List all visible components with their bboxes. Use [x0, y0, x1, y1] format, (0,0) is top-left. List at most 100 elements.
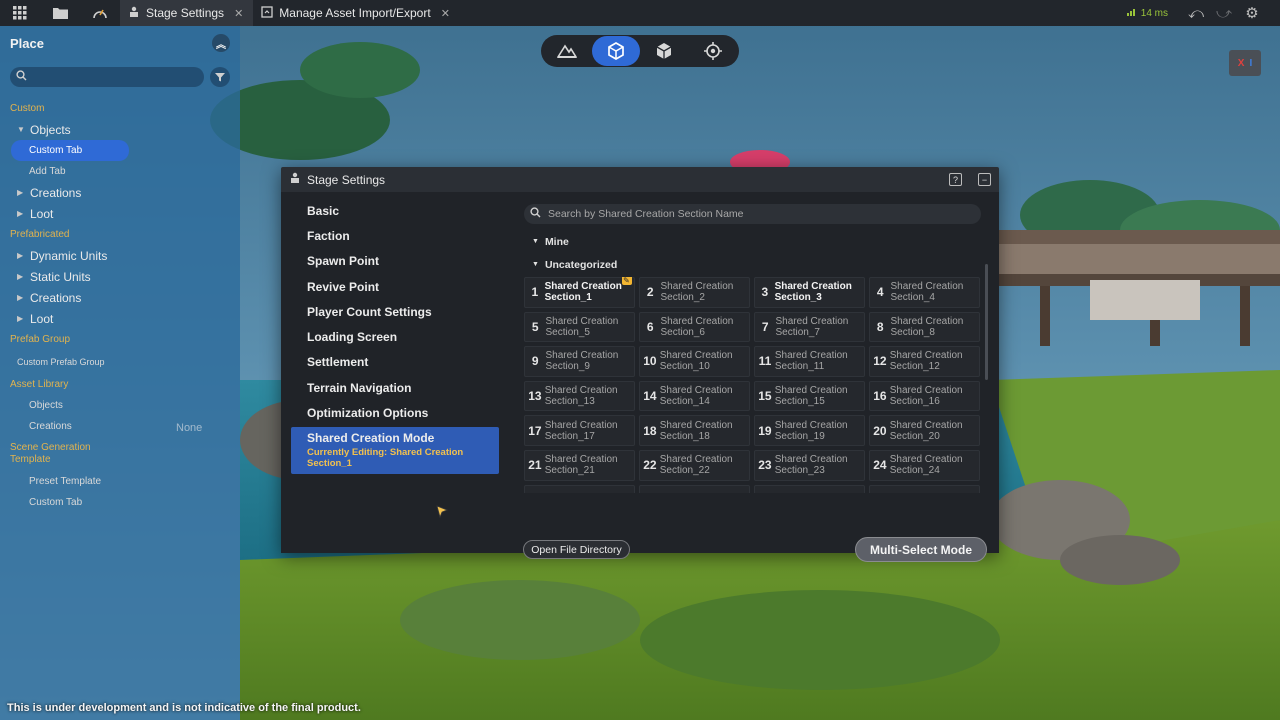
tree-item-label: Dynamic Units: [30, 248, 108, 263]
section-cell[interactable]: 18 Shared Creation Section_18: [639, 415, 750, 446]
section-cell[interactable]: 12 Shared Creation Section_12: [869, 346, 980, 377]
section-cell[interactable]: 10 Shared Creation Section_10: [639, 346, 750, 377]
menu-item-loading-screen[interactable]: Loading Screen: [291, 324, 499, 349]
menu-item-revive-point[interactable]: Revive Point: [291, 274, 499, 299]
section-cell[interactable]: 9 Shared Creation Section_9: [524, 346, 635, 377]
empty-label: None: [176, 422, 203, 434]
axis-badge[interactable]: X I: [1229, 50, 1261, 76]
section-cell[interactable]: 5 Shared Creation Section_5: [524, 311, 635, 343]
section-custom: Custom: [10, 103, 45, 114]
tree-item-lib-objects[interactable]: Objects: [0, 395, 240, 416]
menu-item-basic[interactable]: Basic: [291, 198, 499, 223]
section-cell[interactable]: 17 Shared Creation Section_17: [524, 415, 635, 446]
close-icon[interactable]: ✕: [234, 7, 243, 20]
section-cell[interactable]: 14 Shared Creation Section_14: [639, 380, 750, 412]
tree-item-creations-2[interactable]: ▶ Creations: [0, 287, 240, 308]
section-cell[interactable]: 16 Shared Creation Section_16: [869, 380, 980, 412]
section-cell[interactable]: 2 Shared Creation Section_2: [639, 277, 750, 308]
gauge-icon[interactable]: [80, 0, 120, 26]
signal-icon: [1126, 7, 1137, 19]
place-search-input[interactable]: [10, 67, 204, 87]
gear-icon[interactable]: ⚙: [1238, 0, 1266, 26]
section-scene-template: Scene Generation Template: [10, 442, 91, 465]
place-panel: Place ︽ Custom ▼ Objects Custom Tab Add T…: [0, 26, 240, 720]
tree-item-objects[interactable]: ▼ Objects: [0, 119, 240, 140]
redo-icon[interactable]: ⤻: [1210, 0, 1238, 26]
section-cell[interactable]: 8 Shared Creation Section_8: [869, 311, 980, 343]
tree-item-lib-creations[interactable]: Creations: [0, 416, 240, 437]
tab-label: Stage Settings: [146, 6, 225, 20]
menu-item-settlement[interactable]: Settlement: [291, 350, 499, 375]
section-cell[interactable]: 22 Shared Creation Section_22: [639, 449, 750, 481]
group-mine[interactable]: ▼ Mine: [532, 235, 986, 248]
dialog-titlebar: Stage Settings ? −: [281, 167, 999, 192]
section-cell[interactable]: 4 Shared Creation Section_4: [869, 277, 980, 308]
tree-item-loot-2[interactable]: ▶ Loot: [0, 308, 240, 329]
multi-select-mode-button[interactable]: Multi-Select Mode: [855, 537, 987, 562]
tree-item-static-units[interactable]: ▶ Static Units: [0, 266, 240, 287]
tree-item-loot[interactable]: ▶ Loot: [0, 203, 240, 224]
menu-item-faction[interactable]: Faction: [291, 223, 499, 248]
section-number: 12: [873, 354, 887, 369]
menu-item-terrain-navigation[interactable]: Terrain Navigation: [291, 375, 499, 400]
stage-settings-dialog: Stage Settings ? − Basic Faction Spawn P…: [281, 167, 999, 562]
object-icon[interactable]: [591, 36, 640, 66]
cursor-icon: [436, 505, 449, 524]
tree-item-custom-prefab-group[interactable]: Custom Prefab Group: [0, 350, 110, 374]
tree-item-creations[interactable]: ▶ Creations: [0, 182, 240, 203]
section-grid-viewport[interactable]: 1 Shared Creation Section_1 ✎ 2 Shared Creat…: [524, 277, 982, 493]
section-number: 18: [643, 423, 657, 438]
close-icon[interactable]: ✕: [441, 7, 450, 20]
tree-item-add-tab[interactable]: Add Tab: [0, 161, 240, 182]
section-cell[interactable]: 23 Shared Creation Section_23: [754, 449, 865, 481]
section-cell[interactable]: 26Shared Creation: [639, 484, 750, 493]
section-cell[interactable]: 3 Shared Creation Section_3: [754, 277, 865, 308]
help-icon[interactable]: ?: [949, 173, 962, 186]
tree-item-dynamic-units[interactable]: ▶ Dynamic Units: [0, 245, 240, 266]
minimize-icon[interactable]: −: [978, 173, 991, 186]
section-cell[interactable]: 13 Shared Creation Section_13: [524, 380, 635, 412]
section-cell[interactable]: 11 Shared Creation Section_11: [754, 346, 865, 377]
apps-grid-icon[interactable]: [0, 0, 40, 26]
section-cell[interactable]: 1 Shared Creation Section_1 ✎: [524, 277, 635, 308]
menu-item-spawn-point[interactable]: Spawn Point: [291, 249, 499, 274]
section-label: Shared Creation Section_20: [889, 419, 963, 442]
chevron-up-icon[interactable]: ︽: [212, 34, 230, 52]
menu-item-player-count[interactable]: Player Count Settings: [291, 299, 499, 324]
tree-item-label: Creations: [30, 290, 82, 305]
section-cell[interactable]: 21 Shared Creation Section_21: [524, 449, 635, 481]
menu-item-shared-creation[interactable]: Shared Creation Mode Currently Editing: …: [291, 426, 499, 474]
section-number: 5: [531, 319, 539, 334]
section-cell[interactable]: 6 Shared Creation Section_6: [639, 311, 750, 343]
tab-manage-asset[interactable]: Manage Asset Import/Export ✕: [253, 0, 460, 26]
target-icon[interactable]: [689, 36, 738, 66]
tree-item-preset-template[interactable]: Preset Template: [0, 471, 240, 492]
cube-icon[interactable]: [640, 36, 689, 66]
filter-icon[interactable]: [210, 67, 230, 87]
section-cell[interactable]: 15 Shared Creation Section_15: [754, 380, 865, 412]
group-uncategorized[interactable]: ▼ Uncategorized: [532, 258, 986, 271]
tab-stage-settings[interactable]: Stage Settings ✕: [120, 0, 254, 26]
section-search-input[interactable]: Search by Shared Creation Section Name: [524, 204, 981, 224]
section-number: 15: [758, 389, 772, 404]
grid-scrollbar[interactable]: [985, 264, 988, 380]
section-cell[interactable]: 19 Shared Creation Section_19: [754, 415, 865, 446]
folder-icon[interactable]: [40, 0, 80, 26]
section-label: Shared Creation Section_5: [545, 315, 619, 338]
section-label: Shared Creation Section_11: [774, 350, 848, 373]
menu-item-optimization[interactable]: Optimization Options: [291, 400, 499, 425]
tab-label: Manage Asset Import/Export: [279, 6, 431, 20]
terrain-icon[interactable]: [543, 36, 592, 66]
open-file-directory-button[interactable]: Open File Directory: [523, 540, 630, 559]
section-cell[interactable]: 20 Shared Creation Section_20: [869, 415, 980, 446]
badge-right: I: [1249, 57, 1253, 69]
section-cell[interactable]: 7 Shared Creation Section_7: [754, 311, 865, 343]
section-number: 4: [876, 285, 884, 300]
tree-item-custom-tab-2[interactable]: Custom Tab: [0, 492, 240, 513]
section-cell[interactable]: 27Shared Creation: [754, 484, 865, 493]
section-cell[interactable]: 25Shared Creation: [524, 484, 635, 493]
tree-item-custom-tab[interactable]: Custom Tab: [11, 140, 129, 161]
section-cell[interactable]: 24 Shared Creation Section_24: [869, 449, 980, 481]
section-cell[interactable]: 28Shared Creation: [869, 484, 980, 493]
undo-icon[interactable]: ⤺: [1182, 0, 1210, 26]
